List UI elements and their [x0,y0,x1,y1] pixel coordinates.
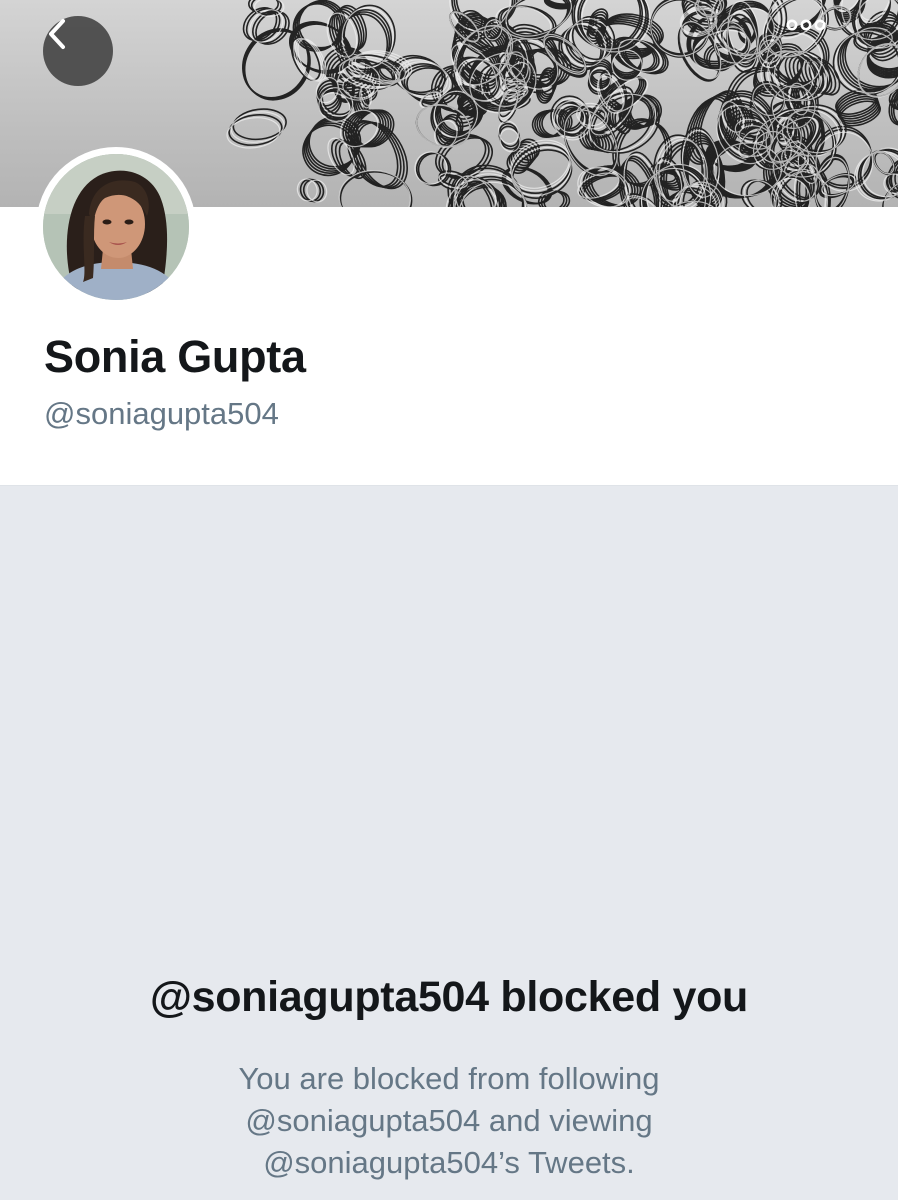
profile-page: Sonia Gupta @soniagupta504 @soniagupta50… [0,0,898,1200]
blocked-description-line: @soniagupta504’s Tweets. [263,1145,635,1180]
blocked-description-line: You are blocked from following [238,1061,660,1096]
blocked-content-area: @soniagupta504 blocked you You are block… [0,486,898,1200]
display-name: Sonia Gupta [44,331,306,382]
profile-avatar[interactable] [36,147,196,307]
profile-handle: @soniagupta504 [44,396,279,431]
avatar-photo [43,154,189,300]
blocked-title: @soniagupta504 blocked you [149,973,749,1021]
blocked-description: You are blocked from following @soniagup… [120,1058,778,1184]
more-horizontal-icon [786,19,826,31]
blocked-description-line: @soniagupta504 and viewing [245,1103,653,1138]
back-button[interactable] [43,16,113,86]
chevron-left-icon [49,19,65,49]
more-options-button[interactable] [786,18,852,84]
